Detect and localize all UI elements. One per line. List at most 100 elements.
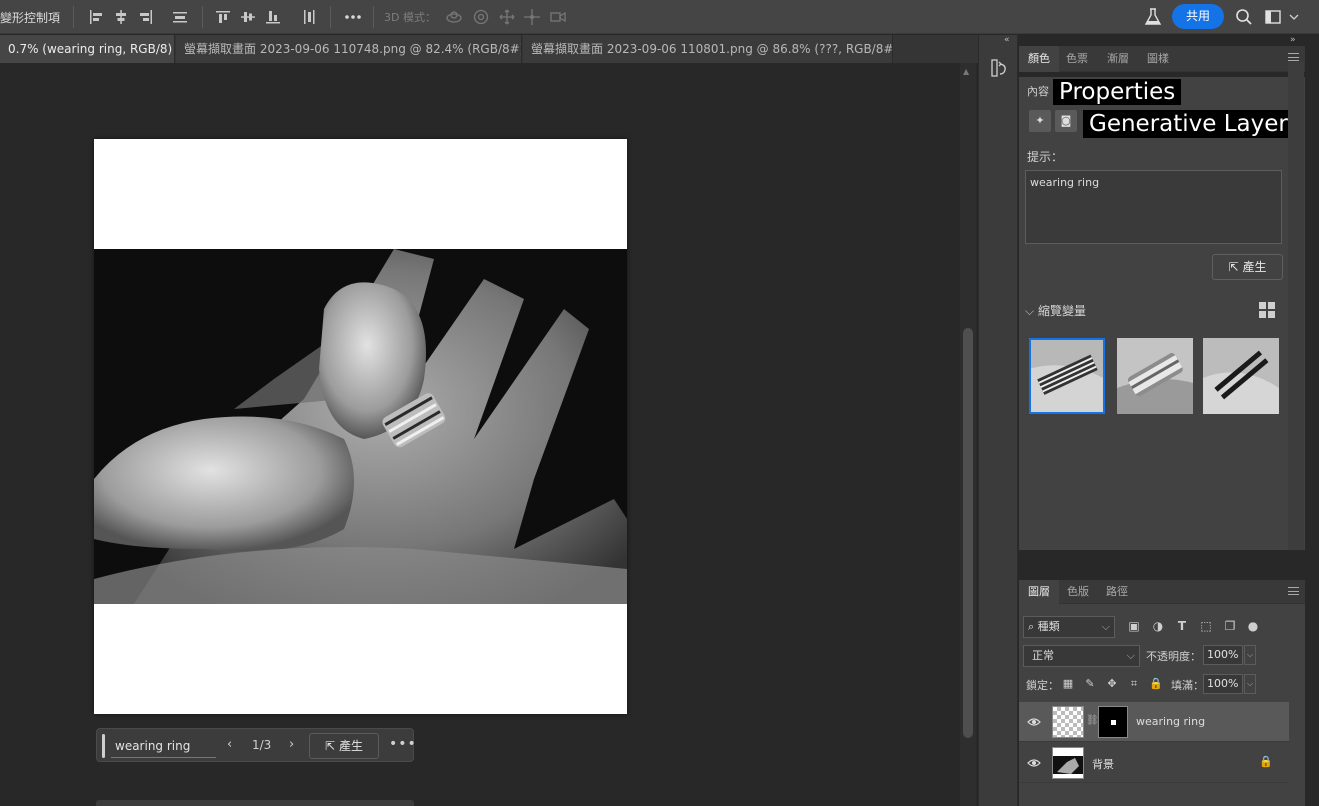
grid-view-icon[interactable] xyxy=(1259,302,1275,318)
3d-slide-icon xyxy=(522,7,542,27)
adjustment-filter-icon[interactable]: ◑ xyxy=(1151,619,1165,633)
flask-icon[interactable] xyxy=(1143,7,1163,27)
fill-input[interactable]: 100% xyxy=(1203,674,1243,694)
separator xyxy=(73,6,74,28)
more-options-button[interactable]: ••• xyxy=(389,736,417,752)
scrollbar-thumb[interactable] xyxy=(963,328,973,738)
chevron-down-icon[interactable] xyxy=(1288,7,1300,27)
tab-layers[interactable]: 圖層 xyxy=(1019,580,1059,604)
lock-all-icon[interactable]: 🔒 xyxy=(1149,677,1163,691)
align-middle-icon[interactable] xyxy=(238,7,258,27)
separator xyxy=(373,6,374,28)
lock-position-icon[interactable]: ✥ xyxy=(1105,677,1119,691)
eye-icon[interactable] xyxy=(1027,756,1041,770)
workspace-icon[interactable] xyxy=(1263,7,1283,27)
3d-camera-icon xyxy=(548,7,568,27)
expand-panels-icon[interactable]: » xyxy=(1290,35,1296,45)
properties-title: Properties xyxy=(1053,79,1182,105)
collapsed-panel-dock: « xyxy=(978,35,1018,806)
layer-row-background[interactable]: 背景 🔒 xyxy=(1019,743,1289,783)
contextual-task-bar: wearing ring ‹ 1/3 › ⇱ 產生 ••• xyxy=(96,728,417,762)
scrollbar-thumb[interactable] xyxy=(1291,62,1301,132)
tab-paths[interactable]: 路徑 xyxy=(1097,580,1137,604)
pixel-filter-icon[interactable]: ▣ xyxy=(1127,619,1141,633)
chevron-down-icon: ⌵ xyxy=(1101,620,1110,633)
distribute-vertical-icon[interactable] xyxy=(299,7,319,27)
lock-transparent-icon[interactable]: ▦ xyxy=(1061,677,1075,691)
align-left-icon[interactable] xyxy=(86,7,106,27)
next-variation-button[interactable]: › xyxy=(289,737,294,752)
layers-panel-tabs: 圖層 色版 路徑 xyxy=(1019,580,1305,604)
tab-swatches[interactable]: 色票 xyxy=(1057,46,1097,72)
panel-menu-icon[interactable] xyxy=(1288,53,1299,61)
prompt-label: 提示： xyxy=(1027,150,1064,164)
layer-type-title: Generative Layer xyxy=(1083,110,1294,138)
smart-object-filter-icon[interactable]: ❐ xyxy=(1223,619,1237,633)
generate-button[interactable]: ⇱ 產生 xyxy=(1212,254,1283,280)
align-top-icon[interactable] xyxy=(213,7,233,27)
generate-icon: ⇱ xyxy=(1228,260,1239,274)
separator xyxy=(202,6,203,28)
tab-channels[interactable]: 色版 xyxy=(1058,580,1098,604)
options-bar: 變形控制項 3D 模式： 共用 xyxy=(0,0,1319,34)
previous-variation-button[interactable]: ‹ xyxy=(227,737,232,752)
transform-controls-label[interactable]: 變形控制項 xyxy=(0,9,60,26)
variation-thumbnail[interactable] xyxy=(1029,338,1105,414)
prompt-input[interactable]: wearing ring xyxy=(111,734,216,758)
distribute-icon[interactable] xyxy=(170,7,190,27)
properties-panel: 內容 Properties ✦ ◙ Generative Layer 提示： w… xyxy=(1019,77,1305,550)
document-tab-wearing-ring[interactable]: 0.7% (wearing ring, RGB/8) *× xyxy=(0,35,175,63)
properties-scrollbar[interactable] xyxy=(1288,62,1304,550)
document-tab-screenshot-110748[interactable]: 螢幕擷取畫面 2023-09-06 110748.png @ 82.4% (RG… xyxy=(176,35,522,63)
align-bottom-icon[interactable] xyxy=(263,7,283,27)
chevron-down-icon[interactable]: ⌵ xyxy=(1244,645,1256,665)
type-filter-icon[interactable]: T xyxy=(1175,619,1189,633)
variation-thumbnail[interactable] xyxy=(1117,338,1193,414)
collapse-dock-icon[interactable]: « xyxy=(1004,35,1010,45)
opacity-label: 不透明度： xyxy=(1146,650,1201,663)
tab-label: 0.7% (wearing ring, RGB/8) * xyxy=(8,42,175,56)
generate-button[interactable]: ⇱ 產生 xyxy=(309,733,379,759)
generate-label: 產生 xyxy=(338,739,363,753)
tab-color[interactable]: 顏色 xyxy=(1019,46,1059,72)
fill-label: 填滿： xyxy=(1171,679,1204,692)
variation-thumbnail[interactable] xyxy=(1203,338,1279,414)
3d-roll-icon xyxy=(471,7,491,27)
layer-kind-filter[interactable]: ⌕ 種類 ⌵ xyxy=(1023,616,1115,638)
layer-mask-thumbnail[interactable] xyxy=(1098,706,1128,738)
align-center-icon[interactable] xyxy=(111,7,131,27)
variations-header[interactable]: ⌵ 縮覽變量 xyxy=(1025,302,1086,319)
eye-icon[interactable] xyxy=(1027,715,1041,729)
variations-label: 縮覽變量 xyxy=(1037,304,1086,318)
shape-filter-icon[interactable]: ⬚ xyxy=(1199,619,1213,633)
panel-menu-icon[interactable] xyxy=(1288,587,1299,595)
drag-handle[interactable] xyxy=(102,734,105,758)
lock-pixels-icon[interactable]: ✎ xyxy=(1083,677,1097,691)
tab-label: 螢幕擷取畫面 2023-09-06 110801.png @ 86.8% (??… xyxy=(531,42,893,56)
align-right-icon[interactable] xyxy=(136,7,156,27)
lock-artboard-icon[interactable]: ⌗ xyxy=(1127,677,1141,691)
opacity-input[interactable]: 100% xyxy=(1203,645,1243,665)
chevron-down-icon[interactable]: ⌵ xyxy=(1244,674,1256,694)
canvas-scrollbar[interactable]: ▲ xyxy=(960,63,976,806)
document-tab-screenshot-110801[interactable]: 螢幕擷取畫面 2023-09-06 110801.png @ 86.8% (??… xyxy=(523,35,893,63)
blend-mode-select[interactable]: 正常 ⌵ xyxy=(1023,645,1140,667)
layers-panel: 圖層 色版 路徑 ⌕ 種類 ⌵ ▣ ◑ T ⬚ ❐ ● 正常 ⌵ 不透明度： 1… xyxy=(1019,580,1305,806)
layer-name: wearing ring xyxy=(1136,715,1206,728)
color-panel-group: 顏色 色票 漸層 圖樣 xyxy=(1019,46,1305,72)
prompt-textarea[interactable]: wearing ring xyxy=(1025,170,1282,244)
share-button[interactable]: 共用 xyxy=(1172,4,1224,29)
more-options-icon[interactable] xyxy=(343,7,363,27)
tab-patterns[interactable]: 圖樣 xyxy=(1138,46,1178,72)
generated-image[interactable] xyxy=(94,249,627,604)
filter-toggle-icon[interactable]: ● xyxy=(1246,619,1260,633)
history-icon[interactable] xyxy=(988,57,1010,79)
layer-row-wearing-ring[interactable]: ⛓ wearing ring xyxy=(1019,702,1289,742)
search-icon[interactable] xyxy=(1234,7,1254,27)
link-icon[interactable]: ⛓ xyxy=(1086,715,1099,726)
variation-counter: 1/3 xyxy=(252,738,272,752)
scroll-up-icon[interactable]: ▲ xyxy=(963,67,969,76)
color-panel-tabs: 顏色 色票 漸層 圖樣 xyxy=(1019,46,1305,72)
3d-pan-icon xyxy=(497,7,517,27)
tab-gradients[interactable]: 漸層 xyxy=(1098,46,1138,72)
